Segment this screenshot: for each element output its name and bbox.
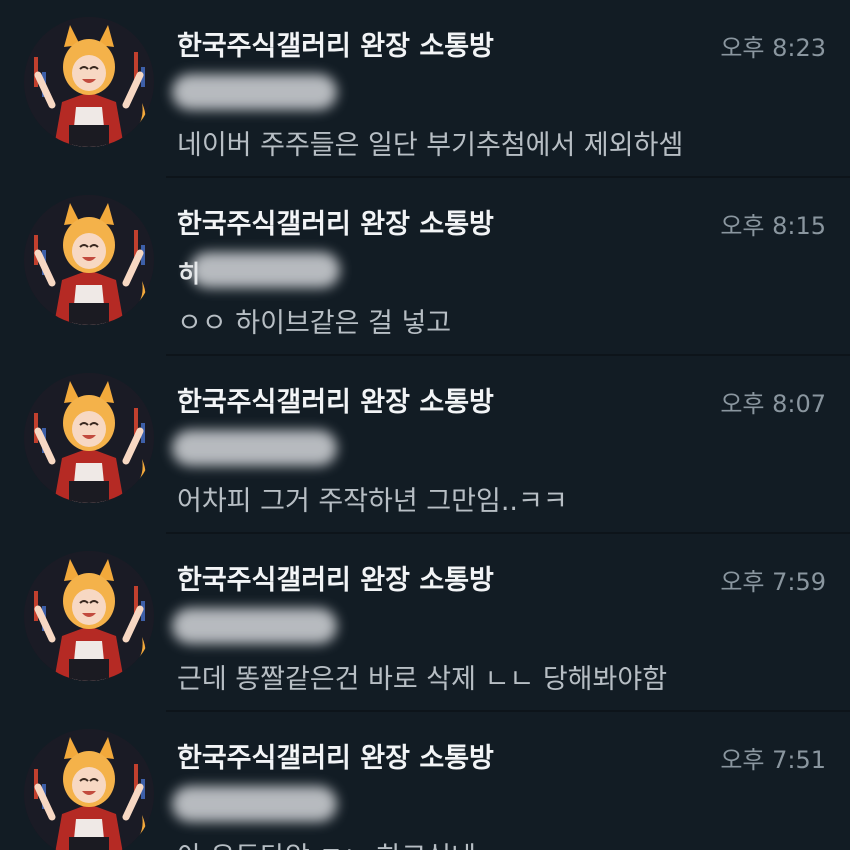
fox-girl-avatar-icon — [24, 551, 154, 681]
chat-title: 한국주식갤러리 완장 소통방 — [177, 387, 494, 418]
message-preview: 어차피 그거 주작하년 그만임..ㅋㅋ — [177, 486, 568, 517]
message-preview: 아 유동탄압 ㅈㄴ 하고싶네 — [177, 835, 476, 850]
avatar[interactable] — [24, 373, 154, 503]
chat-time: 오후 8:07 — [720, 390, 826, 418]
chat-title: 한국주식갤러리 완장 소통방 — [177, 565, 494, 596]
fox-girl-avatar-icon — [24, 17, 154, 147]
chat-title: 한국주식갤러리 완장 소통방 — [177, 209, 494, 240]
avatar[interactable] — [24, 551, 154, 681]
sender-name-fragment: 히 — [178, 260, 201, 288]
chat-time: 오후 7:59 — [720, 568, 826, 596]
message-preview: 근데 똥짤같은건 바로 삭제 ㄴㄴ 당해봐야함 — [177, 664, 668, 695]
avatar[interactable] — [24, 195, 154, 325]
fox-girl-avatar-icon — [24, 195, 154, 325]
redacted-sender-name — [190, 252, 340, 288]
fox-girl-avatar-icon — [24, 729, 154, 850]
chat-title: 한국주식갤러리 완장 소통방 — [177, 743, 494, 774]
redacted-sender-name — [172, 430, 337, 466]
message-preview: 네이버 주주들은 일단 부기추첨에서 제외하셈 — [177, 130, 684, 161]
chat-list-item[interactable]: 한국주식갤러리 완장 소통방 오후 7:51 아 유동탄압 ㅈㄴ 하고싶네 — [0, 712, 850, 850]
redacted-sender-name — [172, 608, 337, 644]
chat-title: 한국주식갤러리 완장 소통방 — [177, 31, 494, 62]
chat-list-item[interactable]: 한국주식갤러리 완장 소통방 오후 8:23 네이버 주주들은 일단 부기추첨에… — [0, 0, 850, 178]
chat-time: 오후 7:51 — [720, 746, 826, 774]
fox-girl-avatar-icon — [24, 373, 154, 503]
redacted-sender-name — [172, 74, 337, 110]
avatar[interactable] — [24, 729, 154, 850]
chat-time: 오후 8:15 — [720, 212, 826, 240]
chat-list-item[interactable]: 한국주식갤러리 완장 소통방 오후 7:59 근데 똥짤같은건 바로 삭제 ㄴㄴ… — [0, 534, 850, 712]
chat-list-item[interactable]: 한국주식갤러리 완장 소통방 오후 8:15 히 ㅇㅇ 하이브같은 걸 넣고 — [0, 178, 850, 356]
redacted-sender-name — [172, 786, 337, 822]
avatar[interactable] — [24, 17, 154, 147]
chat-time: 오후 8:23 — [720, 34, 826, 62]
chat-list: 한국주식갤러리 완장 소통방 오후 8:23 네이버 주주들은 일단 부기추첨에… — [0, 0, 850, 850]
chat-list-item[interactable]: 한국주식갤러리 완장 소통방 오후 8:07 어차피 그거 주작하년 그만임..… — [0, 356, 850, 534]
message-preview: ㅇㅇ 하이브같은 걸 넣고 — [177, 308, 452, 339]
